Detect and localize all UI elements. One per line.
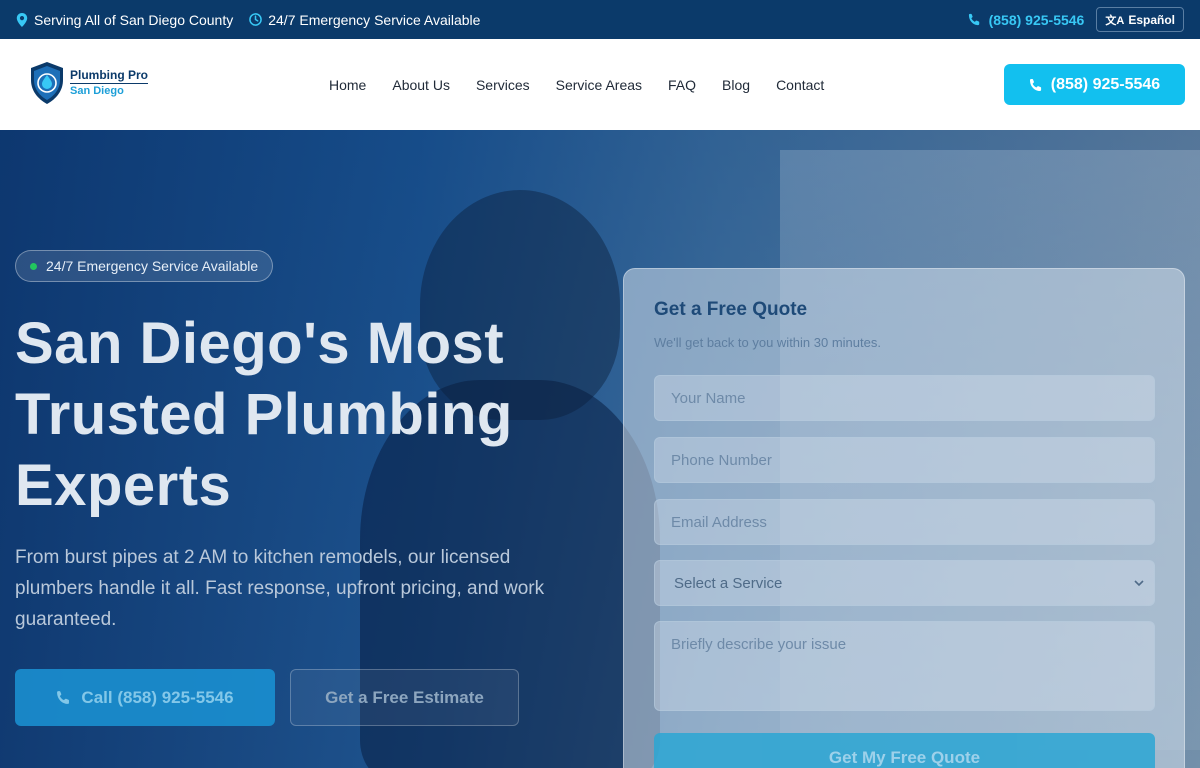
logo-line-2: San Diego: [70, 85, 124, 97]
shield-drop-logo-icon: [31, 62, 63, 104]
quote-form-title: Get a Free Quote: [654, 299, 808, 320]
hero-title: San Diego's Most Trusted Plumbing Expert…: [15, 308, 575, 521]
hero-call-text: Call (858) 925-5546: [81, 687, 234, 707]
phone-icon: [57, 691, 70, 704]
hero-section: 24/7 Emergency Service Available San Die…: [0, 130, 1200, 768]
map-pin-icon: [16, 12, 28, 27]
main-nav: Home About Us Services Service Areas FAQ…: [316, 39, 837, 130]
emergency-badge-text: 24/7 Emergency Service Available: [46, 258, 259, 274]
emergency-info: 24/7 Emergency Service Available: [249, 12, 480, 28]
email-input[interactable]: Email Address: [654, 499, 1155, 545]
emergency-text: 24/7 Emergency Service Available: [268, 11, 481, 28]
logo-line-1: Plumbing Pro: [70, 68, 148, 84]
status-dot-icon: [30, 262, 37, 270]
service-select[interactable]: Select a Service: [654, 560, 1155, 606]
emergency-badge: 24/7 Emergency Service Available: [15, 250, 274, 282]
nav-service-areas[interactable]: Service Areas: [556, 77, 642, 93]
language-label: Español: [1128, 12, 1175, 27]
free-estimate-button[interactable]: Get a Free Estimate: [290, 669, 519, 726]
hero-call-button[interactable]: Call (858) 925-5546: [15, 669, 275, 726]
quote-form-subtitle: We'll get back to you within 30 minutes.: [654, 335, 881, 350]
phone-icon: [968, 13, 979, 26]
phone-icon: [1029, 78, 1041, 91]
logo-text: Plumbing Pro San Diego: [70, 68, 148, 98]
nav-home[interactable]: Home: [329, 77, 366, 93]
header-call-text: (858) 925-5546: [1050, 75, 1161, 93]
top-utility-bar: Serving All of San Diego County 24/7 Eme…: [0, 0, 1200, 39]
topbar-left: Serving All of San Diego County 24/7 Eme…: [16, 12, 496, 28]
site-header: Plumbing Pro San Diego Home About Us Ser…: [0, 39, 1200, 130]
topbar-phone-link[interactable]: (858) 925-5546: [968, 11, 1085, 28]
submit-quote-button[interactable]: Get My Free Quote: [654, 733, 1155, 768]
nav-faq[interactable]: FAQ: [668, 77, 696, 93]
hero-title-line-2: Trusted Plumbing: [15, 382, 513, 447]
service-select-value: Select a Service: [674, 574, 783, 592]
nav-about-us[interactable]: About Us: [392, 77, 450, 93]
language-toggle-button[interactable]: 文A Español: [1096, 7, 1184, 32]
nav-contact[interactable]: Contact: [776, 77, 824, 93]
service-area-info: Serving All of San Diego County: [16, 12, 233, 28]
site-logo[interactable]: Plumbing Pro San Diego: [28, 61, 148, 105]
hero-subtitle: From burst pipes at 2 AM to kitchen remo…: [15, 547, 545, 630]
service-area-text: Serving All of San Diego County: [34, 11, 234, 28]
name-input[interactable]: Your Name: [654, 375, 1155, 421]
topbar-phone-text: (858) 925-5546: [988, 11, 1085, 28]
nav-blog[interactable]: Blog: [722, 77, 750, 93]
header-call-button[interactable]: (858) 925-5546: [1004, 64, 1185, 105]
phone-input[interactable]: Phone Number: [654, 437, 1155, 483]
hero-title-line-1: San Diego's Most: [15, 311, 505, 376]
hero-title-line-3: Experts: [15, 453, 232, 518]
chevron-down-icon: [1134, 579, 1144, 586]
quote-form-card: Get a Free Quote We'll get back to you w…: [623, 268, 1185, 768]
clock-icon: [249, 13, 263, 26]
issue-textarea[interactable]: Briefly describe your issue: [654, 621, 1155, 711]
topbar-right: (858) 925-5546 文A Español: [968, 7, 1184, 32]
nav-services[interactable]: Services: [476, 77, 530, 93]
translate-icon: 文A: [1105, 14, 1125, 27]
